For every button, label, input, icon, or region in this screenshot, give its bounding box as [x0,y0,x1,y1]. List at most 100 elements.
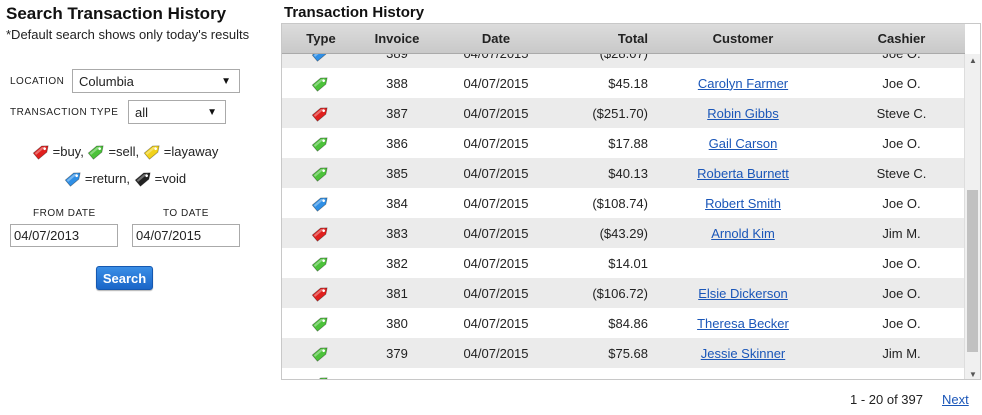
total-cell: $45.18 [608,75,648,91]
location-label: LOCATION [10,75,65,87]
location-select[interactable]: Columbia ▼ [72,69,240,93]
total-cell: ($108.74) [592,195,648,211]
customer-link[interactable]: Carolyn Farmer [698,76,788,91]
table-row[interactable]: 381 04/07/2015 ($106.72) Elsie Dickerson Joe… [282,278,965,308]
date-cell: 04/07/2015 [463,315,529,331]
green-tag-icon [87,142,107,163]
cashier-cell: Joe O. [882,285,921,301]
sell-tag-icon [282,314,360,332]
search-panel: Search Transaction History *Default sear… [6,0,256,43]
table-row[interactable]: 387 04/07/2015 ($251.70) Robin Gibbs Steve C… [282,98,965,128]
table-row[interactable]: 388 04/07/2015 $45.18 Carolyn Farmer Joe O. [282,68,965,98]
table-header: Type Invoice Date Total Customer Cashier [282,24,965,54]
customer-link[interactable]: Elsie Dickerson [698,286,788,301]
transaction-history-title: Transaction History [284,4,425,21]
from-date-input[interactable]: 04/07/2013 [10,224,118,247]
invoice-cell: 386 [386,135,408,151]
total-cell: ($28.07) [558,54,648,61]
col-invoice-header[interactable]: Invoice [360,31,434,46]
total-cell: $14.01 [608,255,648,271]
red-tag-icon [32,142,52,163]
buy-tag-icon [282,224,360,242]
invoice-cell: 387 [386,105,408,121]
customer-link[interactable]: Robin Gibbs [707,106,779,121]
cashier-cell: Steve C. [876,105,927,121]
scroll-down-icon[interactable]: ▼ [965,370,980,379]
table-row[interactable] [282,368,965,379]
table-row[interactable]: 386 04/07/2015 $17.88 Gail Carson Joe O. [282,128,965,158]
customer-cell: Robert Smith [648,196,838,211]
to-date-input[interactable]: 04/07/2015 [132,224,240,247]
col-date-header[interactable]: Date [434,31,558,46]
col-type-header[interactable]: Type [282,31,360,46]
sell-tag-icon [282,254,360,272]
customer-link[interactable]: Robert Smith [705,196,781,211]
black-tag-icon [134,169,154,190]
table-row[interactable]: 382 04/07/2015 $14.01 Joe O. [282,248,965,278]
scroll-up-icon[interactable]: ▲ [965,56,980,65]
col-cashier-header[interactable]: Cashier [838,31,965,46]
table-row[interactable]: 384 04/07/2015 ($108.74) Robert Smith Joe O. [282,188,965,218]
sell-tag-icon [282,164,360,182]
total-cell: ($43.29) [599,225,648,241]
date-cell: 04/07/2015 [463,75,529,91]
table-row[interactable]: 38904/07/2015($28.07) Joe O. [282,54,965,68]
col-customer-header[interactable]: Customer [648,31,838,46]
cashier-cell: Steve C. [876,165,927,181]
total-cell: $17.88 [608,135,648,151]
col-total-header[interactable]: Total [558,31,648,46]
invoice-cell: 384 [386,195,408,211]
to-date-label: TO DATE [163,208,209,219]
transaction-type-select[interactable]: all ▼ [128,100,226,124]
search-button[interactable]: Search [96,266,153,290]
scrollbar-thumb[interactable] [967,190,978,352]
customer-cell: Roberta Burnett [648,166,838,181]
search-title: Search Transaction History [6,4,227,23]
sell-tag-icon [282,134,360,152]
vertical-scrollbar[interactable]: ▲ ▼ [964,54,980,379]
customer-cell: Theresa Becker [648,316,838,331]
cashier-cell: Joe O. [882,255,921,271]
cashier-cell: Joe O. [882,315,921,331]
dropdown-arrow-icon: ▼ [207,106,217,118]
date-cell: 04/07/2015 [463,225,529,241]
invoice-cell: 388 [386,75,408,91]
legend-return: =return, [84,170,131,186]
customer-cell: Gail Carson [648,136,838,151]
buy-tag-icon [282,104,360,122]
customer-link[interactable]: Gail Carson [709,136,778,151]
customer-link[interactable]: Arnold Kim [711,226,775,241]
from-date-label: FROM DATE [33,208,96,219]
invoice-cell: 382 [386,255,408,271]
next-page-link[interactable]: Next [942,392,969,407]
customer-cell: Robin Gibbs [648,106,838,121]
location-row: LOCATION Columbia ▼ [10,69,240,93]
customer-link[interactable]: Roberta Burnett [697,166,789,181]
buy-tag-icon [282,284,360,302]
customer-link[interactable]: Theresa Becker [697,316,789,331]
legend-void: =void [154,170,187,186]
cashier-cell: Joe O. [882,195,921,211]
customer-link[interactable]: Jessie Skinner [701,346,786,361]
table-row[interactable]: 383 04/07/2015 ($43.29) Arnold Kim Jim M. [282,218,965,248]
pagination-info: 1 - 20 of 397 [850,392,923,407]
cashier-cell: Joe O. [838,54,965,61]
yellow-tag-icon [143,142,163,163]
cashier-cell: Jim M. [882,345,921,361]
table-rows: 38904/07/2015($28.07)Joe O.38804/07/2015… [282,54,965,379]
total-cell: $84.86 [608,315,648,331]
table-row[interactable]: 379 04/07/2015 $75.68 Jessie Skinner Jim M. [282,338,965,368]
dropdown-arrow-icon: ▼ [221,75,231,87]
customer-cell: Carolyn Farmer [648,76,838,91]
table-row[interactable]: 385 04/07/2015 $40.13 Roberta Burnett Steve … [282,158,965,188]
total-cell: $75.68 [608,345,648,361]
transaction-type-value: all [135,104,149,120]
invoice-cell: 385 [386,165,408,181]
return-tag-icon [282,194,360,212]
table-row[interactable]: 380 04/07/2015 $84.86 Theresa Becker Joe O. [282,308,965,338]
date-cell: 04/07/2015 [463,105,529,121]
cashier-cell: Jim M. [882,225,921,241]
invoice-cell: 383 [386,225,408,241]
table-body: 38904/07/2015($28.07)Joe O.38804/07/2015… [282,54,965,379]
customer-cell: Elsie Dickerson [648,286,838,301]
